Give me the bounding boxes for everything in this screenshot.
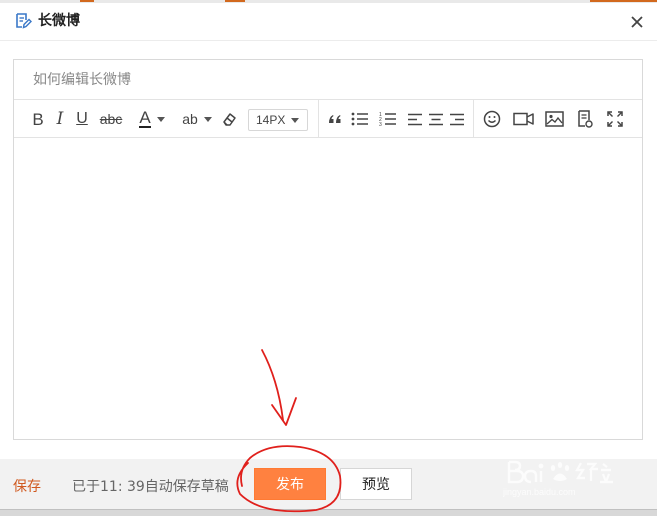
save-link[interactable]: 保存 (13, 476, 41, 496)
align-left-button[interactable] (406, 100, 424, 138)
background-accent-mark (80, 0, 94, 2)
formatting-toolbar: B I U abc A ab 14PX 1 2 3 (14, 100, 642, 138)
font-size-select[interactable]: 14PX (248, 109, 308, 131)
editor-box: B I U abc A ab (13, 59, 643, 440)
edit-document-icon (14, 12, 32, 30)
background-accent-mark (590, 0, 657, 2)
highlight-glyph: ab (182, 111, 198, 127)
align-center-icon (429, 113, 443, 125)
bullet-list-button[interactable] (350, 100, 370, 138)
strikethrough-glyph: abc (99, 111, 123, 127)
fullscreen-button[interactable] (605, 100, 625, 138)
clear-format-button[interactable] (220, 100, 238, 138)
article-button[interactable] (575, 100, 595, 138)
svg-text:jingyan.baidu.com: jingyan.baidu.com (503, 487, 576, 497)
content-editor[interactable] (14, 139, 642, 439)
emoji-button[interactable] (482, 100, 502, 138)
chevron-down-icon (156, 116, 165, 122)
baidu-experience-watermark: jingyan.baidu.com (503, 460, 613, 497)
image-icon (544, 111, 564, 127)
align-center-button[interactable] (427, 100, 445, 138)
underline-button[interactable]: U (72, 100, 92, 138)
long-weibo-dialog: 长微博 B I U abc A (0, 3, 657, 516)
bold-glyph: B (32, 109, 44, 129)
font-size-value: 14PX (256, 113, 286, 127)
highlight-button[interactable]: ab (178, 100, 216, 138)
background-bottom-strip (0, 509, 657, 516)
bullet-list-icon (351, 112, 368, 126)
title-input[interactable] (14, 60, 642, 100)
preview-button[interactable]: 预览 (340, 468, 412, 500)
image-button[interactable] (543, 100, 565, 138)
video-button[interactable] (511, 100, 535, 138)
chevron-down-icon (203, 116, 212, 122)
toolbar-divider (318, 100, 319, 138)
quote-button[interactable] (326, 100, 344, 138)
strikethrough-button[interactable]: abc (97, 100, 125, 138)
font-color-button[interactable]: A (134, 100, 170, 138)
numbered-list-button[interactable]: 1 2 3 (378, 100, 398, 138)
document-icon (578, 110, 593, 128)
fullscreen-icon (607, 111, 623, 127)
close-icon[interactable] (628, 13, 646, 31)
chevron-down-icon (291, 117, 300, 123)
numbered-list-icon: 1 2 3 (379, 112, 396, 127)
dialog-title: 长微博 (38, 13, 80, 29)
font-color-glyph: A (139, 108, 151, 128)
eraser-icon (223, 113, 236, 126)
autosave-status: 已于11: 39自动保存草稿 (72, 479, 229, 495)
dialog-header: 长微博 (0, 3, 657, 41)
quote-icon (329, 115, 341, 123)
svg-text:3: 3 (379, 122, 382, 127)
align-left-icon (408, 113, 422, 125)
align-right-icon (450, 113, 464, 125)
bold-button[interactable]: B (28, 100, 48, 138)
background-accent-mark (225, 0, 245, 2)
italic-glyph: I (56, 108, 64, 129)
toolbar-divider (473, 100, 474, 138)
publish-button[interactable]: 发布 (254, 468, 326, 500)
video-camera-icon (512, 112, 534, 126)
italic-button[interactable]: I (51, 100, 69, 138)
align-right-button[interactable] (448, 100, 466, 138)
smiley-icon (483, 110, 501, 128)
underline-glyph: U (76, 110, 88, 127)
